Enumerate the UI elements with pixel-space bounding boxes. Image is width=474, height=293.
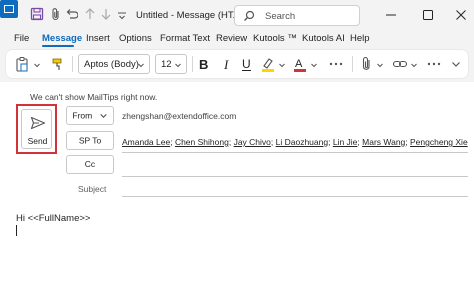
quick-access-customize-icon[interactable]	[117, 10, 127, 20]
separator	[72, 56, 73, 72]
undo-icon[interactable]	[64, 7, 78, 21]
svg-text:U: U	[242, 57, 251, 71]
svg-text:A: A	[295, 58, 303, 70]
to-recipients-field[interactable]: Amanda Lee; Chen Shihong; Jay Chivo; Li …	[122, 137, 468, 147]
from-button[interactable]: From	[66, 106, 114, 125]
chevron-down-icon[interactable]	[174, 61, 182, 69]
recipient[interactable]: Li Daozhuang	[276, 137, 328, 147]
cc-field-underline[interactable]	[122, 176, 468, 177]
send-button[interactable]: Send	[21, 109, 52, 149]
attach-dropdown-icon[interactable]	[376, 61, 384, 69]
svg-text:B: B	[199, 57, 208, 72]
highlight-icon[interactable]	[260, 56, 276, 72]
tab-insert[interactable]: Insert	[86, 33, 110, 44]
cc-label: Cc	[84, 159, 96, 169]
from-address: zhengshan@extendoffice.com	[122, 111, 237, 121]
message-body[interactable]: Hi <<FullName>>	[16, 213, 90, 224]
subject-field-underline[interactable]	[122, 196, 468, 197]
down-arrow-icon[interactable]	[100, 7, 112, 21]
font-size-combo[interactable]: 12	[155, 54, 187, 74]
cc-button[interactable]: Cc	[66, 155, 114, 174]
save-icon[interactable]	[30, 7, 44, 21]
recipient[interactable]: Chen Shihong	[175, 137, 229, 147]
more-formatting-icon[interactable]	[328, 56, 344, 72]
font-name-value: Aptos (Body)	[84, 59, 139, 70]
bold-icon[interactable]: B	[196, 56, 210, 72]
tab-message[interactable]: Message	[42, 33, 82, 44]
search-placeholder: Search	[265, 11, 296, 22]
font-size-value: 12	[161, 59, 172, 70]
link-icon[interactable]	[392, 56, 408, 72]
font-color-dropdown-icon[interactable]	[310, 61, 318, 69]
underline-icon[interactable]: U	[240, 56, 254, 72]
format-painter-icon[interactable]	[50, 56, 66, 72]
attach-file-icon[interactable]	[50, 7, 62, 21]
up-arrow-icon[interactable]	[84, 7, 96, 21]
separator	[352, 56, 353, 72]
send-icon	[30, 116, 46, 130]
tab-kutools-ai[interactable]: Kutools AI	[302, 33, 345, 44]
svg-text:I: I	[223, 57, 229, 72]
recipient[interactable]: Mars Wang	[362, 137, 405, 147]
recipient[interactable]: Lin Jie	[333, 137, 358, 147]
tab-file[interactable]: File	[14, 33, 29, 44]
from-label: From	[72, 110, 93, 121]
search-icon	[244, 10, 255, 21]
font-color-icon[interactable]: A	[292, 56, 308, 72]
text-cursor	[16, 225, 17, 236]
chevron-down-icon	[99, 114, 107, 119]
paste-dropdown-icon[interactable]	[33, 61, 41, 69]
tab-review[interactable]: Review	[216, 33, 247, 44]
close-icon[interactable]	[454, 8, 468, 22]
send-label: Send	[27, 136, 48, 146]
send-button-highlight[interactable]: Send	[16, 104, 57, 154]
subject-label: Subject	[78, 184, 107, 194]
ribbon-expand-chevron-icon[interactable]	[450, 58, 462, 70]
to-field-underline	[122, 152, 468, 153]
window-title: Untitled - Message (HT...	[136, 10, 241, 21]
more-options-icon[interactable]	[426, 56, 442, 72]
title-bar: Untitled - Message (HT... Search	[0, 0, 474, 31]
font-name-combo[interactable]: Aptos (Body)	[78, 54, 150, 74]
attach-icon[interactable]	[360, 56, 374, 72]
recipient[interactable]: Jay Chivo	[234, 137, 271, 147]
highlight-dropdown-icon[interactable]	[278, 61, 286, 69]
italic-icon[interactable]: I	[220, 56, 234, 72]
tab-help[interactable]: Help	[350, 33, 370, 44]
ribbon: Aptos (Body) 12 B I U A	[0, 47, 474, 82]
separator	[192, 56, 193, 72]
tab-format-text[interactable]: Format Text	[160, 33, 210, 44]
maximize-icon[interactable]	[421, 8, 435, 22]
link-dropdown-icon[interactable]	[410, 61, 418, 69]
mailtips-notice: We can't show MailTips right now.	[30, 92, 158, 102]
chevron-down-icon[interactable]	[137, 61, 145, 69]
paste-icon[interactable]	[14, 56, 30, 72]
recipient[interactable]: Pengcheng Xie	[410, 137, 468, 147]
recipient[interactable]: Amanda Lee	[122, 137, 170, 147]
tab-options[interactable]: Options	[119, 33, 152, 44]
ribbon-toolbar: Aptos (Body) 12 B I U A	[6, 50, 468, 78]
to-label: SP To	[78, 135, 102, 146]
minimize-icon[interactable]	[384, 8, 398, 22]
to-button[interactable]: SP To	[66, 131, 114, 150]
outlook-app-icon	[0, 0, 18, 18]
tab-kutools[interactable]: Kutools ™	[253, 33, 297, 44]
search-box[interactable]: Search	[234, 5, 360, 26]
